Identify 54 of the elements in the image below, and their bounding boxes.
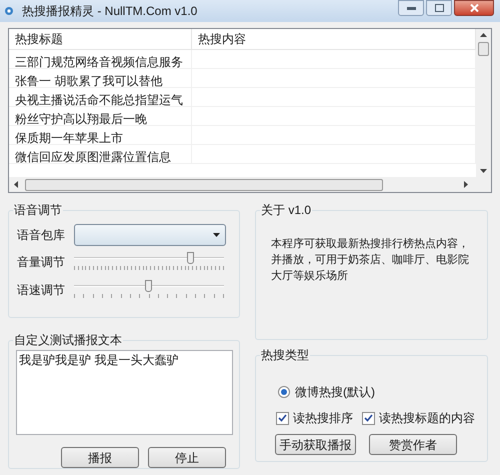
about-text: 本程序可获取最新热搜排行榜热点内容，并播放，可用于奶茶店、咖啡厅、电影院大厅等娱乐场所 — [271, 236, 470, 284]
table-cell-text: 微信回应发原图泄露位置信息 — [14, 150, 172, 164]
app-icon — [4, 6, 14, 16]
group-title: 热搜类型 — [260, 347, 310, 363]
table-row[interactable]: 央视主播说活命不能总指望运气 — [9, 88, 476, 107]
field-label: 语音包库 — [17, 227, 66, 244]
vertical-scrollbar[interactable] — [476, 29, 491, 177]
table-cell-text: 张鲁一 胡歌累了我可以替他 — [14, 74, 164, 88]
push-button[interactable]: 赞赏作者 — [369, 434, 457, 455]
slider-thumb[interactable] — [145, 280, 152, 292]
table-row[interactable]: 张鲁一 胡歌累了我可以替他 — [9, 69, 476, 88]
scroll-down-icon[interactable] — [480, 169, 487, 173]
maximize-button[interactable] — [426, 0, 452, 16]
radio-label: 微博热搜(默认) — [295, 384, 375, 401]
horizontal-scrollbar[interactable] — [9, 177, 491, 192]
column-header[interactable]: 热搜标题 — [9, 29, 192, 49]
checkbox[interactable] — [362, 412, 375, 424]
radio-button[interactable] — [278, 386, 290, 398]
maximize-icon — [434, 4, 444, 12]
minimize-button[interactable] — [398, 0, 424, 16]
push-button[interactable]: 播报 — [61, 447, 139, 468]
scroll-thumb[interactable] — [25, 178, 383, 190]
push-button[interactable]: 手动获取播报 — [275, 434, 356, 455]
slider-track[interactable] — [74, 279, 224, 301]
scroll-up-icon[interactable] — [480, 33, 487, 37]
field-label: 语速调节 — [17, 282, 66, 299]
close-button[interactable] — [454, 0, 494, 16]
checkbox-label: 读热搜排序 — [293, 410, 353, 427]
slider-thumb[interactable] — [186, 252, 194, 264]
close-icon — [470, 4, 478, 12]
text-area[interactable]: 我是驴我是驴 我是一头大蠢驴 — [16, 350, 233, 435]
minimize-icon — [406, 6, 416, 10]
checkbox[interactable] — [276, 412, 289, 424]
checkbox-label: 读热搜标题的内容 — [379, 410, 475, 427]
voice-dropdown[interactable] — [74, 224, 226, 246]
field-label: 音量调节 — [17, 254, 66, 271]
scroll-thumb[interactable] — [478, 42, 489, 56]
table-cell-text: 保质期一年苹果上市 — [14, 131, 124, 145]
group-title: 自定义测试播报文本 — [13, 332, 123, 348]
table-row[interactable]: 微信回应发原图泄露位置信息 — [9, 145, 476, 164]
push-button[interactable]: 停止 — [148, 447, 226, 468]
scroll-left-icon[interactable] — [14, 181, 18, 188]
caret-icon — [213, 233, 220, 237]
table-row[interactable]: 粉丝守护高以翔最后一晚 — [9, 107, 476, 126]
table-cell-text: 三部门规范网络音视频信息服务 — [14, 55, 184, 69]
table-row[interactable]: 三部门规范网络音视频信息服务 — [9, 50, 476, 69]
group-title: 语音调节 — [13, 202, 63, 218]
table-cell-text: 粉丝守护高以翔最后一晚 — [14, 112, 148, 126]
group-title: 关于 v1.0 — [260, 202, 312, 218]
table-cell-text: 央视主播说活命不能总指望运气 — [14, 93, 184, 107]
table-row[interactable]: 保质期一年苹果上市 — [9, 126, 476, 145]
slider-track[interactable] — [74, 251, 224, 273]
window-title: 热搜播报精灵 - NullTM.Com v1.0 — [22, 3, 198, 19]
scroll-right-icon[interactable] — [464, 181, 468, 188]
